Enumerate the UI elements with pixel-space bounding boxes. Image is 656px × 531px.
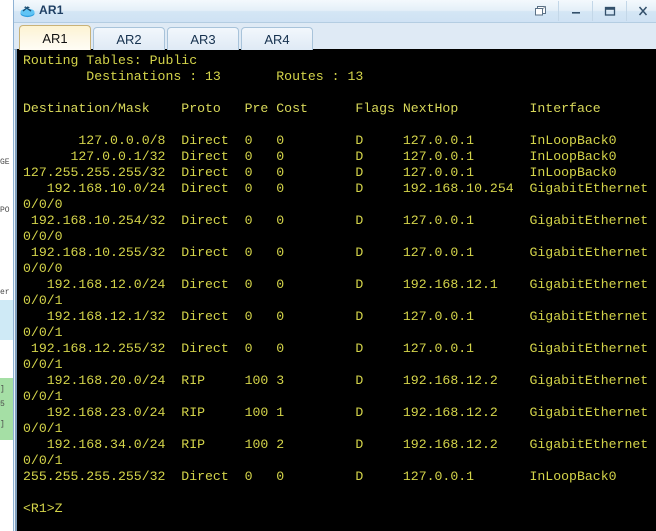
restore-button[interactable] — [525, 1, 558, 21]
table-row: 192.168.23.0/24 RIP 100 1 D 192.168.12.2… — [23, 405, 649, 420]
cli-terminal[interactable]: Routing Tables: Public Destinations : 13… — [15, 49, 656, 531]
tab-ar1-label: AR1 — [42, 30, 68, 46]
table-row: 127.255.255.255/32 Direct 0 0 D 127.0.0.… — [23, 165, 617, 180]
tab-ar2-label: AR2 — [116, 31, 142, 47]
table-row: 192.168.12.255/32 Direct 0 0 D 127.0.0.1… — [23, 341, 649, 356]
tab-ar4-label: AR4 — [264, 31, 290, 47]
table-row: 127.0.0.1/32 Direct 0 0 D 127.0.0.1 InLo… — [23, 149, 617, 164]
table-row: 192.168.12.1/32 Direct 0 0 D 127.0.0.1 G… — [23, 309, 649, 324]
table-header-row: Destination/Mask Proto Pre Cost Flags Ne… — [23, 101, 601, 116]
table-row: 192.168.34.0/24 RIP 100 2 D 192.168.12.2… — [23, 437, 649, 452]
table-row-wrap: 0/0/1 — [23, 293, 63, 308]
table-row: 192.168.12.0/24 Direct 0 0 D 192.168.12.… — [23, 277, 649, 292]
desktop-background: GE PO er ] 5 ] AR1 AR1 AR2 AR3 AR4 Routi… — [0, 0, 656, 531]
router-icon — [19, 3, 36, 19]
table-row-wrap: 0/0/1 — [23, 453, 63, 468]
table-row-wrap: 0/0/0 — [23, 261, 63, 276]
table-row-wrap: 0/0/1 — [23, 357, 63, 372]
tab-ar3[interactable]: AR3 — [167, 27, 239, 50]
table-row-wrap: 0/0/1 — [23, 389, 63, 404]
window-controls — [525, 1, 656, 21]
table-row: 192.168.20.0/24 RIP 100 3 D 192.168.12.2… — [23, 373, 649, 388]
title-bar[interactable]: AR1 — [14, 0, 656, 23]
tab-ar1[interactable]: AR1 — [19, 25, 91, 50]
table-row: 192.168.10.0/24 Direct 0 0 D 192.168.10.… — [23, 181, 649, 196]
minimize-button[interactable] — [558, 1, 592, 21]
table-row: 192.168.10.254/32 Direct 0 0 D 127.0.0.1… — [23, 213, 649, 228]
cli-prompt: <R1>Z — [23, 501, 63, 516]
table-row-wrap: 0/0/1 — [23, 421, 63, 436]
background-cyan-block — [0, 300, 14, 340]
table-row: 127.0.0.0/8 Direct 0 0 D 127.0.0.1 InLoo… — [23, 133, 617, 148]
table-row: 192.168.10.255/32 Direct 0 0 D 127.0.0.1… — [23, 245, 649, 260]
table-row-wrap: 0/0/0 — [23, 229, 63, 244]
router-cli-window: AR1 AR1 AR2 AR3 AR4 Routing Tables: Publ… — [13, 0, 656, 531]
window-title: AR1 — [39, 3, 64, 17]
cli-output: Routing Tables: Public Destinations : 13… — [17, 49, 656, 517]
device-tab-strip: AR1 AR2 AR3 AR4 — [14, 23, 656, 50]
routing-summary: Destinations : 13 Routes : 13 — [23, 69, 364, 84]
routing-table-title: Routing Tables: Public — [23, 53, 198, 68]
tab-ar3-label: AR3 — [190, 31, 216, 47]
close-button[interactable] — [626, 1, 656, 21]
table-row-wrap: 0/0/1 — [23, 325, 63, 340]
table-row-wrap: 0/0/0 — [23, 197, 63, 212]
maximize-button[interactable] — [592, 1, 626, 21]
tab-ar4[interactable]: AR4 — [241, 27, 313, 50]
table-row: 255.255.255.255/32 Direct 0 0 D 127.0.0.… — [23, 469, 617, 484]
tab-ar2[interactable]: AR2 — [93, 27, 165, 50]
